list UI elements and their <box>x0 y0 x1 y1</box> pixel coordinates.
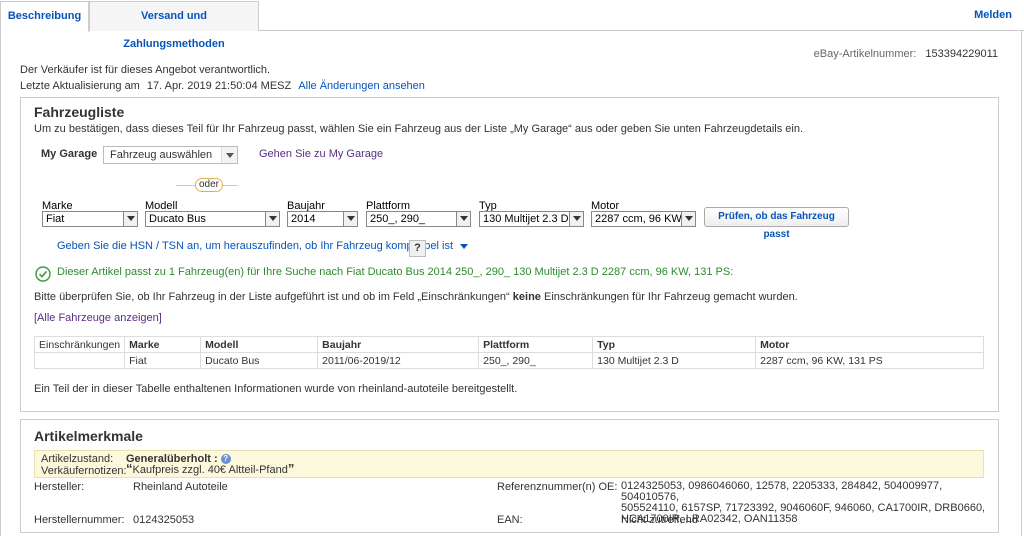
cell-engine: 2287 ccm, 96 KW, 131 PS <box>755 352 984 369</box>
notes-value: “Kaufpreis zzgl. 40€ Altteil-Pfand” <box>126 461 295 476</box>
my-garage-label: My Garage <box>41 148 98 160</box>
platform-select-value: 250_, 290_ <box>370 213 426 225</box>
item-number-value: 153394229011 <box>925 48 998 60</box>
ean-label: EAN: <box>497 514 523 526</box>
table-header-row: Einschränkungen Marke Modell Baujahr Pla… <box>33 336 984 353</box>
condition-label: Artikelzustand: <box>41 453 114 465</box>
item-specifics-panel: Artikelmerkmale Artikelzustand: Generalü… <box>20 419 999 533</box>
cell-year: 2011/06-2019/12 <box>317 352 480 369</box>
info-icon[interactable]: ? <box>220 454 231 465</box>
chevron-down-icon <box>221 147 237 163</box>
header-make: Marke <box>124 336 202 353</box>
ref-numbers-label: Referenznummer(n) OE: <box>497 481 618 493</box>
item-number: eBay-Artikelnummer: 153394229011 <box>814 48 998 60</box>
notes-label: Verkäufernotizen: <box>41 465 127 477</box>
tab-bar: Beschreibung Versand und Zahlungsmethode… <box>0 0 1024 50</box>
chevron-down-icon <box>343 212 357 226</box>
ean-value: Nicht zutreffend <box>621 514 698 526</box>
tab-shipping-payment[interactable]: Versand und Zahlungsmethoden <box>89 1 259 50</box>
ref-numbers-line: 0124325053, 0986046060, 12578, 2205333, … <box>621 480 943 503</box>
table-row: Fiat Ducato Bus 2011/06-2019/12 250_, 29… <box>33 352 984 369</box>
seller-responsible-text: Der Verkäufer ist für dieses Angebot ver… <box>20 64 271 76</box>
year-select[interactable]: 2014 <box>287 211 358 227</box>
tab-description[interactable]: Beschreibung <box>0 1 89 32</box>
make-select[interactable]: Fiat <box>42 211 138 227</box>
type-select-value: 130 Multijet 2.3 D <box>483 213 569 225</box>
cell-type: 130 Multijet 2.3 D <box>592 352 757 369</box>
engine-select[interactable]: 2287 ccm, 96 KW, 1: <box>591 211 696 227</box>
my-garage-select-value: Fahrzeug auswählen <box>110 149 213 161</box>
last-update: Letzte Aktualisierung am 17. Apr. 2019 2… <box>20 80 425 92</box>
vehicle-list-panel: Fahrzeugliste Um zu bestätigen, dass die… <box>20 97 999 412</box>
hsn-tsn-link-text: Geben Sie die HSN / TSN an, um herauszuf… <box>57 240 454 252</box>
manufacturer-label: Hersteller: <box>34 481 85 493</box>
chevron-down-icon <box>460 243 469 249</box>
cell-restrictions <box>33 352 126 369</box>
last-update-value: 17. Apr. 2019 21:50:04 MESZ <box>146 80 292 92</box>
or-label: oder <box>195 178 224 192</box>
type-select[interactable]: 130 Multijet 2.3 D <box>479 211 584 227</box>
report-link[interactable]: Melden <box>974 9 1012 21</box>
header-platform: Plattform <box>478 336 594 353</box>
model-select-value: Ducato Bus <box>149 213 206 225</box>
header-engine: Motor <box>755 336 984 353</box>
fit-message: Dieser Artikel passt zu 1 Fahrzeug(en) f… <box>57 266 734 278</box>
condition-box: Artikelzustand: Generalüberholt : ? Verk… <box>34 450 984 478</box>
header-year: Baujahr <box>317 336 480 353</box>
platform-select[interactable]: 250_, 290_ <box>366 211 471 227</box>
item-number-label: eBay-Artikelnummer: <box>813 48 917 60</box>
hsn-tsn-link[interactable]: Geben Sie die HSN / TSN an, um herauszuf… <box>57 240 469 252</box>
chevron-down-icon <box>456 212 470 226</box>
chevron-down-icon <box>123 212 137 226</box>
show-all-vehicles-link[interactable]: [Alle Fahrzeuge anzeigen] <box>34 312 162 324</box>
chevron-down-icon <box>265 212 279 226</box>
check-note: Bitte überprüfen Sie, ob Ihr Fahrzeug in… <box>34 291 798 303</box>
mpn-value: 0124325053 <box>133 514 195 526</box>
last-update-label: Letzte Aktualisierung am <box>20 80 140 92</box>
manufacturer-value: Rheinland Autoteile <box>133 481 228 493</box>
header-restrictions: Einschränkungen <box>33 336 126 353</box>
notes-value-text: Kaufpreis zzgl. 40€ Altteil-Pfand <box>132 464 288 476</box>
make-select-value: Fiat <box>46 213 65 225</box>
help-button[interactable]: ? <box>409 240 426 257</box>
check-vehicle-button[interactable]: Prüfen, ob das Fahrzeug passt <box>704 207 849 240</box>
go-to-garage-link[interactable]: Gehen Sie zu My Garage <box>259 148 383 160</box>
cell-model: Ducato Bus <box>200 352 319 369</box>
source-note: Ein Teil der in dieser Tabelle enthalten… <box>34 383 518 395</box>
chevron-down-icon <box>569 212 583 226</box>
header-model: Modell <box>200 336 319 353</box>
model-select[interactable]: Ducato Bus <box>145 211 280 227</box>
all-changes-link[interactable]: Alle Änderungen ansehen <box>298 80 425 92</box>
year-select-value: 2014 <box>291 213 316 225</box>
chevron-down-icon <box>681 212 695 226</box>
check-circle-icon <box>35 266 51 282</box>
vehicle-list-intro: Um zu bestätigen, dass dieses Teil für I… <box>34 123 804 135</box>
header-type: Typ <box>592 336 757 353</box>
check-note-post: Einschränkungen für Ihr Fahrzeug gemacht… <box>543 291 798 303</box>
vehicle-list-title: Fahrzeugliste <box>34 104 125 120</box>
check-note-bold: keine <box>512 291 541 303</box>
compatibility-table: Einschränkungen Marke Modell Baujahr Pla… <box>33 336 984 369</box>
item-specifics-title: Artikelmerkmale <box>34 428 143 444</box>
mpn-label: Herstellernummer: <box>34 514 125 526</box>
check-note-pre: Bitte überprüfen Sie, ob Ihr Fahrzeug in… <box>34 291 510 303</box>
cell-make: Fiat <box>124 352 202 369</box>
quote-close-icon: ” <box>287 461 295 476</box>
cell-platform: 250_, 290_ <box>478 352 594 369</box>
my-garage-select[interactable]: Fahrzeug auswählen <box>103 146 238 164</box>
